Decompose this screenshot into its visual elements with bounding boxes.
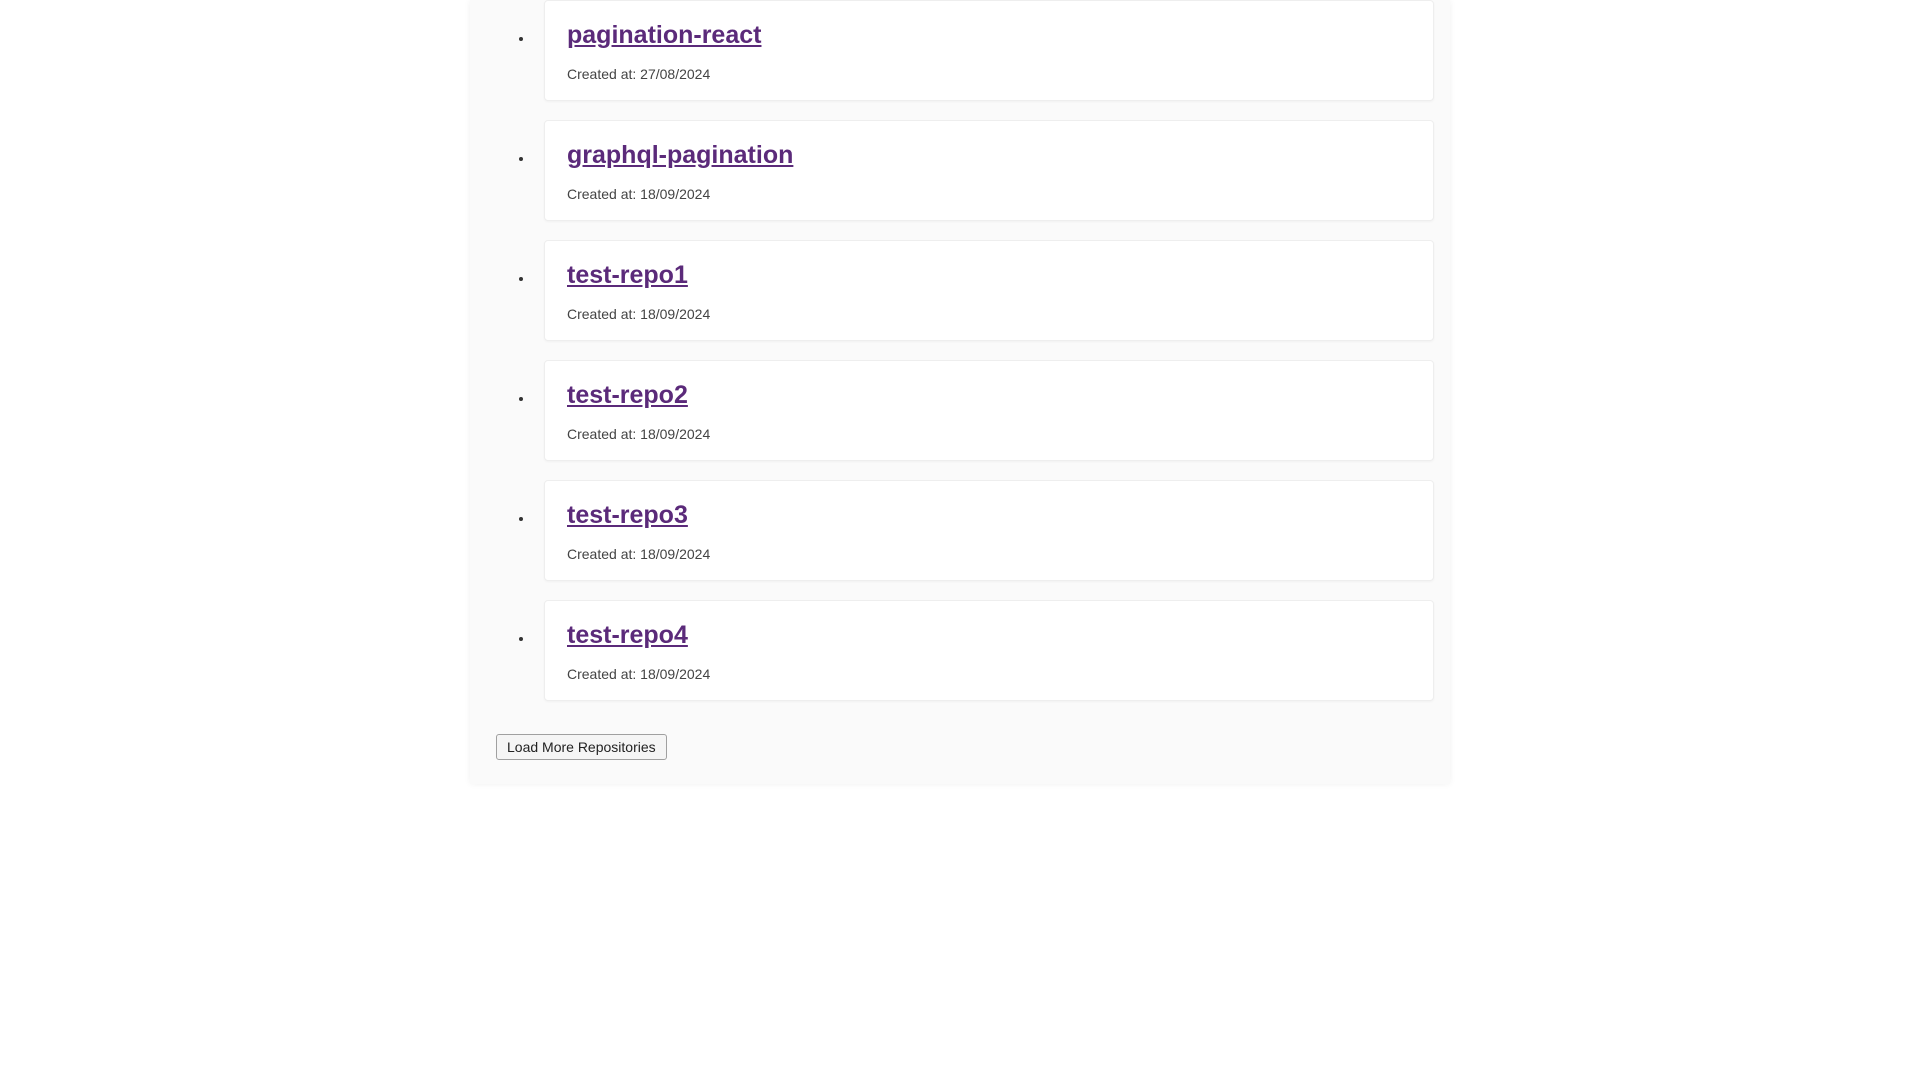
list-item: test-repo4 Created at: 18/09/2024 <box>534 600 1426 701</box>
list-item: test-repo3 Created at: 18/09/2024 <box>534 480 1426 581</box>
repo-created-at: Created at: 18/09/2024 <box>567 546 1411 562</box>
repo-card: test-repo3 Created at: 18/09/2024 <box>544 480 1434 581</box>
list-item: test-repo2 Created at: 18/09/2024 <box>534 360 1426 461</box>
repo-link[interactable]: test-repo3 <box>567 501 688 530</box>
list-item: graphql-pagination Created at: 18/09/202… <box>534 120 1426 221</box>
repo-link[interactable]: pagination-react <box>567 21 761 50</box>
repo-link[interactable]: test-repo4 <box>567 621 688 650</box>
repo-list: pagination-react Created at: 27/08/2024 … <box>494 0 1426 701</box>
repo-link[interactable]: graphql-pagination <box>567 141 793 170</box>
repo-card: test-repo4 Created at: 18/09/2024 <box>544 600 1434 701</box>
repo-card: pagination-react Created at: 27/08/2024 <box>544 0 1434 101</box>
repo-link[interactable]: test-repo1 <box>567 261 688 290</box>
repo-card: graphql-pagination Created at: 18/09/202… <box>544 120 1434 221</box>
list-item: test-repo1 Created at: 18/09/2024 <box>534 240 1426 341</box>
repo-list-container: pagination-react Created at: 27/08/2024 … <box>470 0 1450 784</box>
repo-link[interactable]: test-repo2 <box>567 381 688 410</box>
repo-card: test-repo1 Created at: 18/09/2024 <box>544 240 1434 341</box>
load-more-button[interactable]: Load More Repositories <box>496 734 667 760</box>
repo-created-at: Created at: 18/09/2024 <box>567 666 1411 682</box>
list-item: pagination-react Created at: 27/08/2024 <box>534 0 1426 101</box>
repo-created-at: Created at: 18/09/2024 <box>567 306 1411 322</box>
repo-card: test-repo2 Created at: 18/09/2024 <box>544 360 1434 461</box>
repo-created-at: Created at: 27/08/2024 <box>567 66 1411 82</box>
repo-created-at: Created at: 18/09/2024 <box>567 426 1411 442</box>
repo-created-at: Created at: 18/09/2024 <box>567 186 1411 202</box>
